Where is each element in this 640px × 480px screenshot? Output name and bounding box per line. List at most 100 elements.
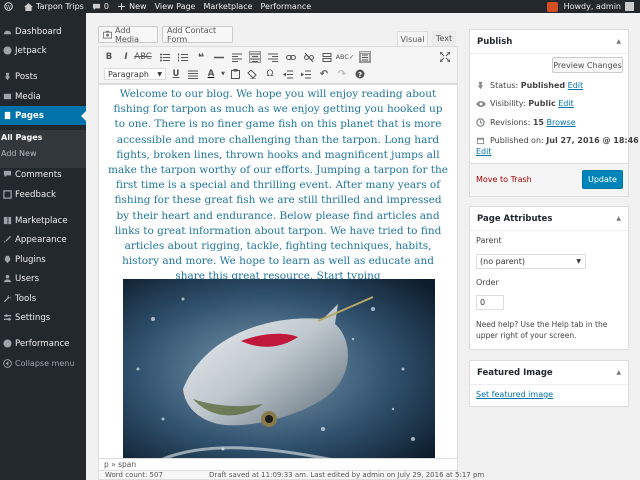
submenu-add-new[interactable]: Add New [1,149,36,158]
spellcheck-icon[interactable]: ABC✓ [336,51,355,63]
sidebar-item-comments[interactable]: Comments [0,165,86,184]
sidebar-item-users[interactable]: Users [0,269,86,288]
wordpress-logo-icon[interactable]: W [0,0,20,13]
chevron-down-icon: ▼ [157,70,162,78]
align-right-icon[interactable] [267,51,279,63]
sidebar-label: Tools [15,293,37,304]
order-input[interactable]: 0 [476,295,504,310]
comments-link[interactable]: 0 [88,0,113,13]
add-media-label: Add Media [115,25,140,44]
undo-icon[interactable]: ↶ [318,68,330,80]
unlink-icon[interactable] [303,51,315,63]
visibility-value: Public [528,99,556,108]
sidebar-item-posts[interactable]: Posts [0,67,86,86]
underline-button[interactable]: U [170,68,182,80]
published-edit-link[interactable]: Edit [476,147,492,156]
fullscreen-icon[interactable] [439,51,451,63]
link-icon[interactable] [285,51,297,63]
avatar[interactable] [625,2,634,11]
bullet-list-icon[interactable] [159,51,171,63]
media-icon [2,92,12,102]
view-page-link[interactable]: View Page [151,0,200,13]
blockquote-icon[interactable]: ❝ [195,51,207,64]
set-featured-image-link[interactable]: Set featured image [476,390,553,399]
justify-icon[interactable] [187,68,199,80]
text-color-dropdown-icon[interactable]: ▼ [217,68,229,80]
notification-icon[interactable] [546,1,558,12]
tarpon-photo[interactable] [123,279,435,458]
add-contact-form-button[interactable]: Add Contact Form [162,26,233,44]
post-body-text[interactable]: Welcome to our blog. We hope you will en… [99,85,457,285]
submenu-all-pages[interactable]: All Pages [1,133,42,142]
help-icon[interactable]: ? [354,68,366,80]
post-editor: Add Media Add Contact Form Visual Text B… [97,25,484,480]
tab-text[interactable]: Text [432,31,456,46]
align-left-icon[interactable] [231,51,243,63]
settings-icon [2,313,12,323]
page-attributes-box: Page Attributes ▲ Parent (no parent) ▼ Ord… [469,206,629,350]
toolbar-toggle-icon[interactable] [359,51,371,63]
editor-content[interactable]: Welcome to our blog. We hope you will en… [98,84,458,459]
parent-select[interactable]: (no parent) ▼ [476,254,586,269]
new-content-link[interactable]: + New [113,0,151,13]
paste-text-icon[interactable] [229,68,241,80]
sidebar-label: Posts [15,71,38,82]
sidebar-item-feedback[interactable]: Feedback [0,185,86,204]
redo-icon[interactable]: ↷ [336,68,348,80]
browse-revisions-link[interactable]: Browse [547,118,576,127]
new-label: New [129,2,147,11]
sidebar-item-media[interactable]: Media [0,87,86,106]
featured-image-title[interactable]: Featured Image ▲ [470,361,628,385]
collapse-arrow-icon[interactable]: ▲ [616,38,621,45]
numbered-list-icon[interactable] [177,51,189,63]
indent-icon[interactable] [300,68,312,80]
site-name-link[interactable]: Tarpon Trips [20,0,88,13]
strikethrough-button[interactable]: ABC [134,51,151,63]
read-more-icon[interactable] [321,51,333,63]
sidebar-item-settings[interactable]: Settings [0,308,86,327]
format-select[interactable]: Paragraph ▼ [104,68,166,80]
word-count: Word count: 507 [105,471,163,479]
sidebar-item-tools[interactable]: Tools [0,289,86,308]
sidebar-item-performance[interactable]: Performance [0,334,86,353]
align-center-icon[interactable] [249,51,261,63]
collapse-arrow-icon[interactable]: ▲ [616,215,621,222]
publish-box: Publish ▲ Preview Changes Status: Publish… [469,29,639,197]
sidebar-label: Feedback [15,189,56,200]
collapse-menu-button[interactable]: Collapse menu [0,354,86,373]
tab-visual[interactable]: Visual [397,31,428,46]
sidebar-item-jetpack[interactable]: Jetpack [0,41,86,60]
preview-changes-button[interactable]: Preview Changes [552,57,623,73]
outdent-icon[interactable] [282,68,294,80]
collapse-arrow-icon[interactable]: ▲ [616,369,621,376]
plus-icon: + [116,0,127,13]
publish-title[interactable]: Publish ▲ [470,30,628,54]
sidebar-item-marketplace[interactable]: Marketplace [0,211,86,230]
sidebar-item-dashboard[interactable]: Dashboard [0,22,86,41]
account-greeting[interactable]: Howdy, admin [564,2,621,11]
status-value: Published [520,81,566,90]
page-attributes-title[interactable]: Page Attributes ▲ [470,207,628,231]
comment-icon [2,170,12,180]
published-edit-row: Edit [476,147,492,156]
sidebar-item-appearance[interactable]: Appearance [0,230,86,249]
performance-link[interactable]: Performance [257,0,316,13]
visibility-edit-link[interactable]: Edit [558,99,574,108]
sidebar-item-pages[interactable]: Pages [0,106,86,125]
move-to-trash-link[interactable]: Move to Trash [476,175,532,184]
italic-button[interactable]: I [120,51,132,63]
feedback-icon [2,190,12,200]
admin-bar: W Tarpon Trips 0 + New View Page Marketp… [0,0,640,13]
bold-button[interactable]: B [103,51,115,63]
status-edit-link[interactable]: Edit [568,81,584,90]
clear-formatting-icon[interactable] [246,68,258,80]
marketplace-link[interactable]: Marketplace [199,0,256,13]
update-button[interactable]: Update [582,170,623,189]
sidebar-item-plugins[interactable]: Plugins [0,250,86,269]
horizontal-line-icon[interactable] [213,51,225,63]
add-media-button[interactable]: Add Media [98,25,158,44]
revisions-clock-icon [476,118,485,127]
text-color-icon[interactable]: A [205,68,217,80]
special-character-icon[interactable]: Ω [264,68,276,80]
brush-icon [2,235,12,245]
